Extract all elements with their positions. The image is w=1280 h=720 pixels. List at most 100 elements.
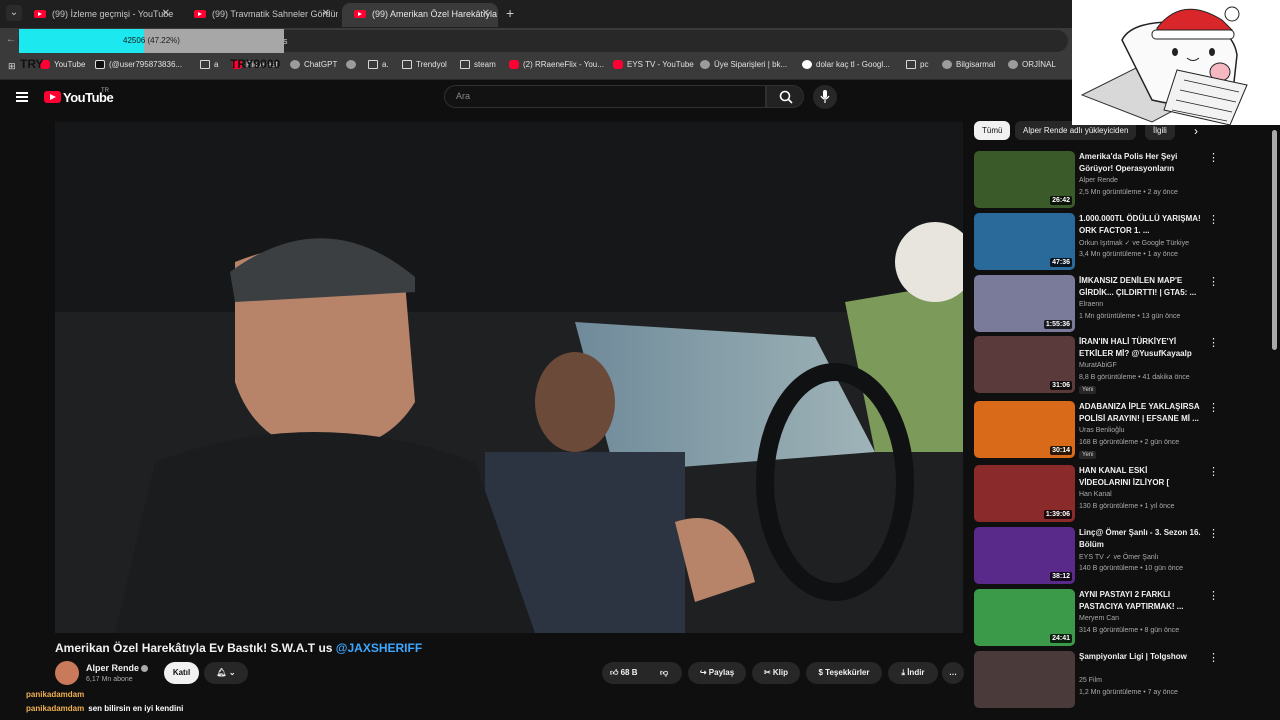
bookmark-item[interactable]: Bilgisarmal: [942, 60, 995, 69]
more-options-icon[interactable]: [1208, 589, 1219, 602]
channel-name[interactable]: Orkun Işıtmak ✓ ve Google Türkiye: [1079, 239, 1189, 247]
video-thumbnail[interactable]: 38:12: [974, 527, 1075, 584]
recommendation-item[interactable]: 31:06 İRAN'IN HALİ TÜRKİYE'Yİ ETKİLER Mİ?…: [974, 336, 1274, 394]
progress-text: 42506 (47.22%): [123, 36, 180, 45]
video-thumbnail[interactable]: 26:42: [974, 151, 1075, 208]
recommendation-item[interactable]: 26:42 Amerika'da Polis Her Şeyi Görüyor! …: [974, 151, 1274, 209]
bookmark-item[interactable]: pc: [906, 60, 928, 69]
video-title[interactable]: HAN KANAL ESKİ VİDEOLARINI İZLİYOR [ OLD…: [1079, 465, 1201, 489]
tab-travmatik[interactable]: (99) Travmatik Sahneler Gördün ✕: [182, 3, 338, 27]
channel-name[interactable]: Alper Rende: [1079, 177, 1118, 184]
bookmark-item[interactable]: ORJİNAL: [1008, 60, 1056, 69]
close-icon[interactable]: ✕: [482, 3, 490, 25]
bookmark-item[interactable]: YouTube: [40, 60, 85, 69]
tab-current-video[interactable]: (99) Amerikan Özel Harekâtıyla ✕: [342, 3, 498, 27]
bookmark-item[interactable]: a.: [368, 60, 389, 69]
back-icon[interactable]: ←: [6, 34, 16, 45]
channel-name[interactable]: Alper Rende: [86, 663, 149, 673]
bookmark-item[interactable]: (@user795873836...: [95, 60, 182, 69]
thumbs-down-icon[interactable]: 👎︎: [660, 662, 668, 684]
more-options-icon[interactable]: [1208, 336, 1219, 349]
bookmark-item[interactable]: dolar kaç tl - Googl...: [802, 60, 890, 69]
sidebar-scrollbar[interactable]: [1272, 130, 1277, 350]
bookmark-item[interactable]: EYS TV - YouTube: [613, 60, 694, 69]
video-meta: 2,5 Mn görüntüleme • 2 ay önce: [1079, 189, 1178, 196]
recommendation-item[interactable]: 1:39:06 HAN KANAL ESKİ VİDEOLARINI İZLİYO…: [974, 465, 1274, 523]
more-options-icon[interactable]: [1208, 275, 1219, 288]
video-thumbnail[interactable]: 30:14: [974, 401, 1075, 458]
folder-icon: [200, 60, 210, 69]
menu-icon[interactable]: [16, 92, 28, 102]
youtube-logo-icon[interactable]: [44, 91, 61, 103]
share-button[interactable]: ↪ Paylaş: [688, 662, 746, 684]
recommendation-item[interactable]: 38:12 Linç@ Ömer Şanlı - 3. Sezon 16. Böl…: [974, 527, 1274, 585]
bookmark-item[interactable]: (2) RRaeneFlix - You...: [509, 60, 604, 69]
more-actions-button[interactable]: …: [942, 662, 964, 684]
recommendation-item[interactable]: 24:41 AYNI PASTAYI 2 FARKLI PASTACIYA YAP…: [974, 589, 1274, 647]
tab-search-button[interactable]: ⌄: [6, 5, 22, 21]
join-button[interactable]: Katıl: [164, 662, 199, 684]
video-title[interactable]: İMKANSIZ DENİLEN MAP'E GİRDİK... ÇILDIRT…: [1079, 275, 1201, 299]
close-icon[interactable]: ✕: [322, 3, 330, 25]
bookmark-item[interactable]: Üye Siparişleri | bk...: [700, 60, 787, 69]
channel-name[interactable]: Han Kanal: [1079, 491, 1112, 498]
bookmark-label: EYS TV - YouTube: [627, 60, 694, 69]
chip-all[interactable]: Tümü: [974, 121, 1011, 140]
tab-history[interactable]: (99) İzleme geçmişi - YouTube ✕: [22, 3, 178, 27]
video-thumbnail[interactable]: 24:41: [974, 589, 1075, 646]
apps-grid-icon[interactable]: ⊞: [8, 61, 18, 71]
channel-name[interactable]: MuratAbiGF: [1079, 362, 1117, 369]
close-icon[interactable]: ✕: [162, 3, 170, 25]
recommendation-item[interactable]: 1:55:36 İMKANSIZ DENİLEN MAP'E GİRDİK... …: [974, 275, 1274, 333]
video-thumbnail[interactable]: 1:55:36: [974, 275, 1075, 332]
recommendation-item[interactable]: 47:36 1.000.000TL ÖDÜLLÜ YARIŞMA! ORK FAC…: [974, 213, 1274, 271]
video-thumbnail[interactable]: [974, 651, 1075, 708]
recommendation-item[interactable]: Şampiyonlar Ligi | Tolgshow 25 Film 1,2 Mn…: [974, 651, 1274, 709]
more-options-icon[interactable]: [1208, 213, 1219, 226]
video-duration: 1:39:06: [1043, 510, 1072, 519]
channel-name[interactable]: EYS TV ✓ ve Ömer Şanlı: [1079, 553, 1158, 561]
bookmark-item[interactable]: a: [200, 60, 218, 69]
recommendation-item[interactable]: 30:14 ADABANIZA İPLE YAKLAŞIRSA POLİSİ AR…: [974, 401, 1274, 459]
more-options-icon[interactable]: [1208, 651, 1219, 664]
channel-name[interactable]: Meryem Can: [1079, 615, 1119, 622]
video-thumbnail[interactable]: 1:39:06: [974, 465, 1075, 522]
search-button[interactable]: [766, 85, 804, 108]
bookmark-item[interactable]: Trendyol: [402, 60, 447, 69]
notification-bell-button[interactable]: 🔔︎ ⌄: [204, 662, 248, 684]
more-options-icon[interactable]: [1208, 151, 1219, 164]
chevron-right-icon[interactable]: ›: [1194, 124, 1198, 138]
more-options-icon[interactable]: [1208, 527, 1219, 540]
video-title[interactable]: Linç@ Ömer Şanlı - 3. Sezon 16. Bölüm: [1079, 527, 1201, 551]
search-input[interactable]: Ara: [444, 85, 766, 108]
more-options-icon[interactable]: [1208, 465, 1219, 478]
video-title[interactable]: ADABANIZA İPLE YAKLAŞIRSA POLİSİ ARAYIN!…: [1079, 401, 1201, 425]
new-tab-button[interactable]: +: [506, 5, 514, 21]
bookmark-label: dolar kaç tl - Googl...: [816, 60, 890, 69]
thanks-button[interactable]: $ Teşekkürler: [806, 662, 882, 684]
video-player[interactable]: [55, 122, 963, 633]
video-title[interactable]: AYNI PASTAYI 2 FARKLI PASTACIYA YAPTIRMA…: [1079, 589, 1201, 613]
video-title[interactable]: Şampiyonlar Ligi | Tolgshow: [1079, 651, 1201, 663]
video-title[interactable]: İRAN'IN HALİ TÜRKİYE'Yİ ETKİLER Mİ? @Yus…: [1079, 336, 1201, 360]
video-meta: 1,2 Mn görüntüleme • 7 ay önce: [1079, 689, 1178, 696]
channel-name[interactable]: Elraenn: [1079, 301, 1103, 308]
channel-name[interactable]: 25 Film: [1079, 677, 1102, 684]
like-count: 68 B: [620, 668, 638, 677]
video-title[interactable]: Amerika'da Polis Her Şeyi Görüyor! Opera…: [1079, 151, 1201, 175]
like-button[interactable]: 👍︎ 68 B 👎︎: [602, 662, 682, 684]
video-thumbnail[interactable]: 47:36: [974, 213, 1075, 270]
video-title[interactable]: 1.000.000TL ÖDÜLLÜ YARIŞMA! ORK FACTOR 1…: [1079, 213, 1201, 237]
bookmark-item[interactable]: steam: [460, 60, 496, 69]
more-options-icon[interactable]: [1208, 401, 1219, 414]
thumbs-up-icon: 👍︎: [610, 668, 619, 677]
download-button[interactable]: ⤓ İndir: [888, 662, 938, 684]
clip-button[interactable]: ✂ Klip: [752, 662, 800, 684]
voice-search-button[interactable]: [813, 85, 837, 109]
channel-name[interactable]: Uras Benlioğlu: [1079, 427, 1125, 434]
video-thumbnail[interactable]: 31:06: [974, 336, 1075, 393]
channel-avatar[interactable]: [55, 661, 79, 685]
video-meta: 3,4 Mn görüntüleme • 1 ay önce: [1079, 251, 1178, 258]
bookmark-item[interactable]: ChatGPT: [290, 60, 337, 69]
video-title-mention-link[interactable]: @JAXSHERIFF: [336, 641, 422, 655]
